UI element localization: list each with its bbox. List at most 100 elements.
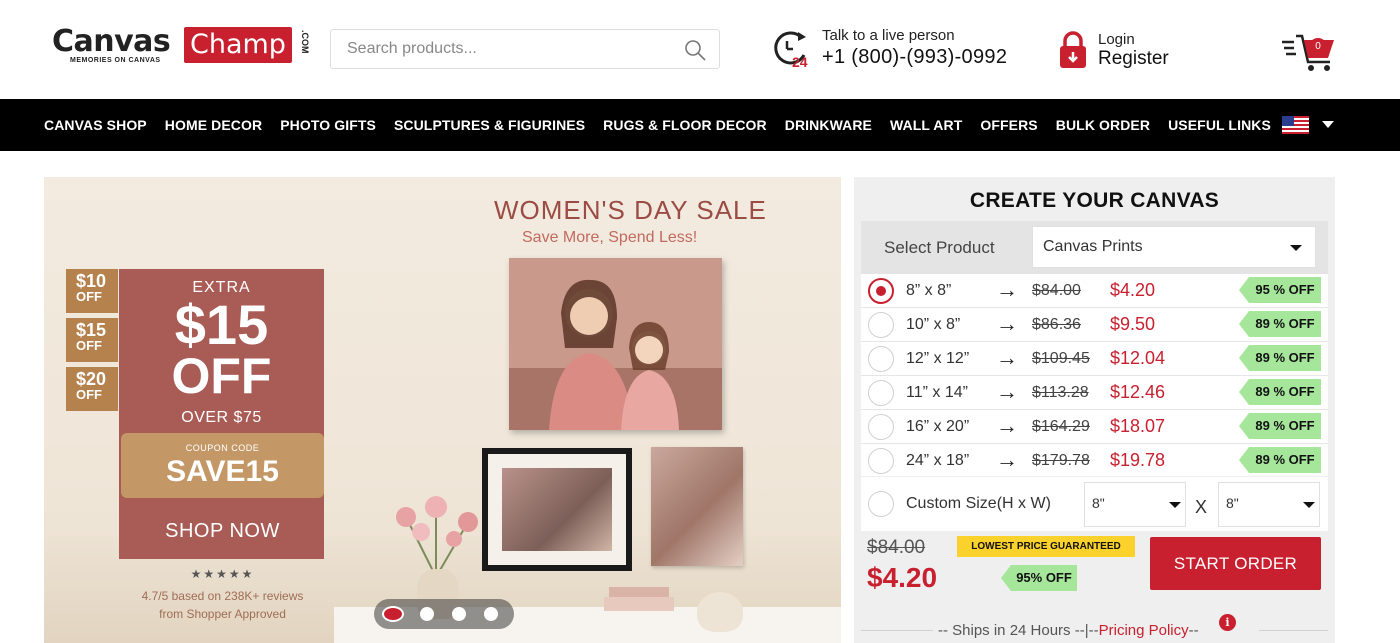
framed-group-photo — [482, 448, 632, 571]
logo-tagline: MEMORIES ON CANVAS — [70, 57, 161, 64]
svg-text:24: 24 — [792, 54, 808, 69]
discount-badge: 89 % OFF — [1239, 447, 1321, 473]
info-icon[interactable]: i — [1219, 614, 1236, 631]
size-option-11x14[interactable]: 11” x 14” → $113.28 $12.46 89 % OFF — [861, 376, 1328, 410]
clock-24-icon: 24 — [774, 31, 808, 69]
size-label: 16” x 20” — [906, 418, 970, 435]
hero-banner[interactable]: WOMEN'S DAY SALE Save More, Spend Less! … — [44, 177, 841, 643]
size-label: 8” x 8” — [906, 282, 952, 299]
original-price: $84.00 — [1032, 282, 1081, 299]
original-price: $179.78 — [1032, 452, 1090, 469]
custom-width-value: 8" — [1226, 495, 1239, 511]
size-option-16x20[interactable]: 16” x 20” → $164.29 $18.07 89 % OFF — [861, 410, 1328, 444]
shop-now-button[interactable]: SHOP NOW — [121, 503, 324, 559]
sale-price: $4.20 — [1110, 280, 1156, 300]
discount-tab-10: $10 OFF — [66, 269, 118, 313]
divider — [861, 630, 933, 631]
nav-item-offers[interactable]: OFFERS — [980, 117, 1037, 133]
custom-size-row[interactable]: Custom Size(H x W) 8" X 8" — [861, 477, 1328, 531]
divider — [1259, 630, 1328, 631]
original-price: $109.45 — [1032, 350, 1090, 367]
carousel-dots — [374, 599, 514, 629]
size-label: 24” x 18” — [906, 452, 970, 469]
radio-button[interactable] — [868, 346, 894, 372]
nav-item-photo-gifts[interactable]: PHOTO GIFTS — [280, 117, 376, 133]
pricing-policy-link[interactable]: Pricing Policy — [1099, 622, 1189, 639]
original-price: $86.36 — [1032, 316, 1081, 333]
size-option-10x8[interactable]: 10” x 8” → $86.36 $9.50 89 % OFF — [861, 308, 1328, 342]
product-select-row: Select Product Canvas Prints — [861, 221, 1328, 274]
family-portrait-image — [509, 258, 722, 430]
lowest-price-badge: LOWEST PRICE GUARANTEED — [957, 536, 1135, 557]
us-flag-icon[interactable] — [1282, 116, 1309, 134]
cart-button[interactable]: 0 — [1280, 30, 1338, 72]
carousel-dot-3[interactable] — [452, 607, 466, 621]
search-box — [330, 29, 720, 69]
account-links: Login Register — [1058, 30, 1188, 74]
search-icon[interactable] — [683, 38, 707, 62]
tab-amount: $10 — [76, 271, 107, 291]
group-photo-image — [502, 468, 612, 551]
nav-item-rugs[interactable]: RUGS & FLOOR DECOR — [603, 117, 767, 133]
size-option-8x8[interactable]: 8” x 8” → $84.00 $4.20 95 % OFF — [861, 274, 1328, 308]
search-input[interactable] — [331, 30, 671, 68]
promo-amount: $15 — [174, 293, 269, 356]
start-order-button[interactable]: START ORDER — [1150, 537, 1321, 590]
review-summary: 4.7/5 based on 238K+ reviews — [141, 589, 304, 603]
nav-item-useful-links[interactable]: USEFUL LINKS — [1168, 117, 1271, 133]
arrow-icon: → — [996, 379, 1018, 404]
size-label: 12” x 12” — [906, 350, 970, 367]
phone-number[interactable]: +1 (800)-(993)-0992 — [822, 46, 1007, 69]
frame-mat — [488, 454, 626, 565]
nav-item-drinkware[interactable]: DRINKWARE — [785, 117, 872, 133]
nav-item-home-decor[interactable]: HOME DECOR — [165, 117, 262, 133]
order-summary: $84.00 $4.20 LOWEST PRICE GUARANTEED 95%… — [861, 531, 1328, 606]
size-option-24x18[interactable]: 24” x 18” → $179.78 $19.78 89 % OFF — [861, 444, 1328, 478]
carousel-dot-1[interactable] — [382, 606, 404, 622]
size-options: 8” x 8” → $84.00 $4.20 95 % OFF 10” x 8”… — [861, 274, 1328, 478]
sale-price: $12.04 — [1110, 348, 1166, 368]
tab-label: OFF — [76, 338, 102, 353]
radio-button[interactable] — [868, 491, 894, 517]
radio-button[interactable] — [868, 380, 894, 406]
discount-badge: 89 % OFF — [1239, 311, 1321, 337]
nav-item-wall-art[interactable]: WALL ART — [890, 117, 962, 133]
radio-button[interactable] — [868, 414, 894, 440]
hero-canvas-photo — [509, 258, 722, 430]
sale-price: $9.50 — [1110, 314, 1156, 334]
product-select[interactable]: Canvas Prints — [1032, 226, 1316, 268]
size-option-12x12[interactable]: 12” x 12” → $109.45 $12.04 89 % OFF — [861, 342, 1328, 376]
radio-button[interactable] — [868, 278, 894, 304]
custom-height-value: 8" — [1092, 495, 1105, 511]
coupon-code: SAVE15 — [166, 455, 279, 488]
custom-height-select[interactable]: 8" — [1084, 482, 1186, 527]
coupon-code-box: COUPON CODE SAVE15 — [121, 433, 324, 498]
nav-item-sculptures[interactable]: SCULPTURES & FIGURINES — [394, 117, 585, 133]
chevron-down-icon — [1169, 502, 1181, 508]
original-price: $113.28 — [1032, 384, 1089, 401]
shipping-text: -- Ships in 24 Hours --|-- — [938, 622, 1099, 639]
arrow-icon: → — [996, 311, 1018, 336]
site-logo[interactable]: Canvas Champ .COM MEMORIES ON CANVAS — [52, 24, 314, 70]
arrow-icon: → — [996, 345, 1018, 370]
main-nav: CANVAS SHOP HOME DECOR PHOTO GIFTS SCULP… — [0, 99, 1400, 151]
carousel-dot-2[interactable] — [420, 607, 434, 621]
shipping-text-tail: -- — [1188, 622, 1199, 639]
radio-button[interactable] — [868, 312, 894, 338]
carousel-dot-4[interactable] — [484, 607, 498, 621]
promo-off: OFF — [171, 348, 272, 404]
phone-contact[interactable]: 24 Talk to a live person +1 (800)-(993)-… — [770, 27, 1030, 73]
discount-badge: 89 % OFF — [1239, 413, 1321, 439]
original-price: $164.29 — [1032, 418, 1090, 435]
flowers-decor — [396, 496, 478, 577]
chevron-down-icon — [1303, 502, 1315, 508]
custom-width-select[interactable]: 8" — [1218, 482, 1320, 527]
login-link[interactable]: Login — [1098, 31, 1135, 48]
register-link[interactable]: Register — [1098, 48, 1169, 70]
discount-badge: 95 % OFF — [1239, 277, 1321, 303]
nav-item-canvas-shop[interactable]: CANVAS SHOP — [44, 117, 147, 133]
radio-button[interactable] — [868, 448, 894, 474]
phone-label: Talk to a live person — [822, 27, 955, 44]
nav-item-bulk-order[interactable]: BULK ORDER — [1056, 117, 1150, 133]
country-dropdown-caret-icon[interactable] — [1322, 121, 1334, 128]
